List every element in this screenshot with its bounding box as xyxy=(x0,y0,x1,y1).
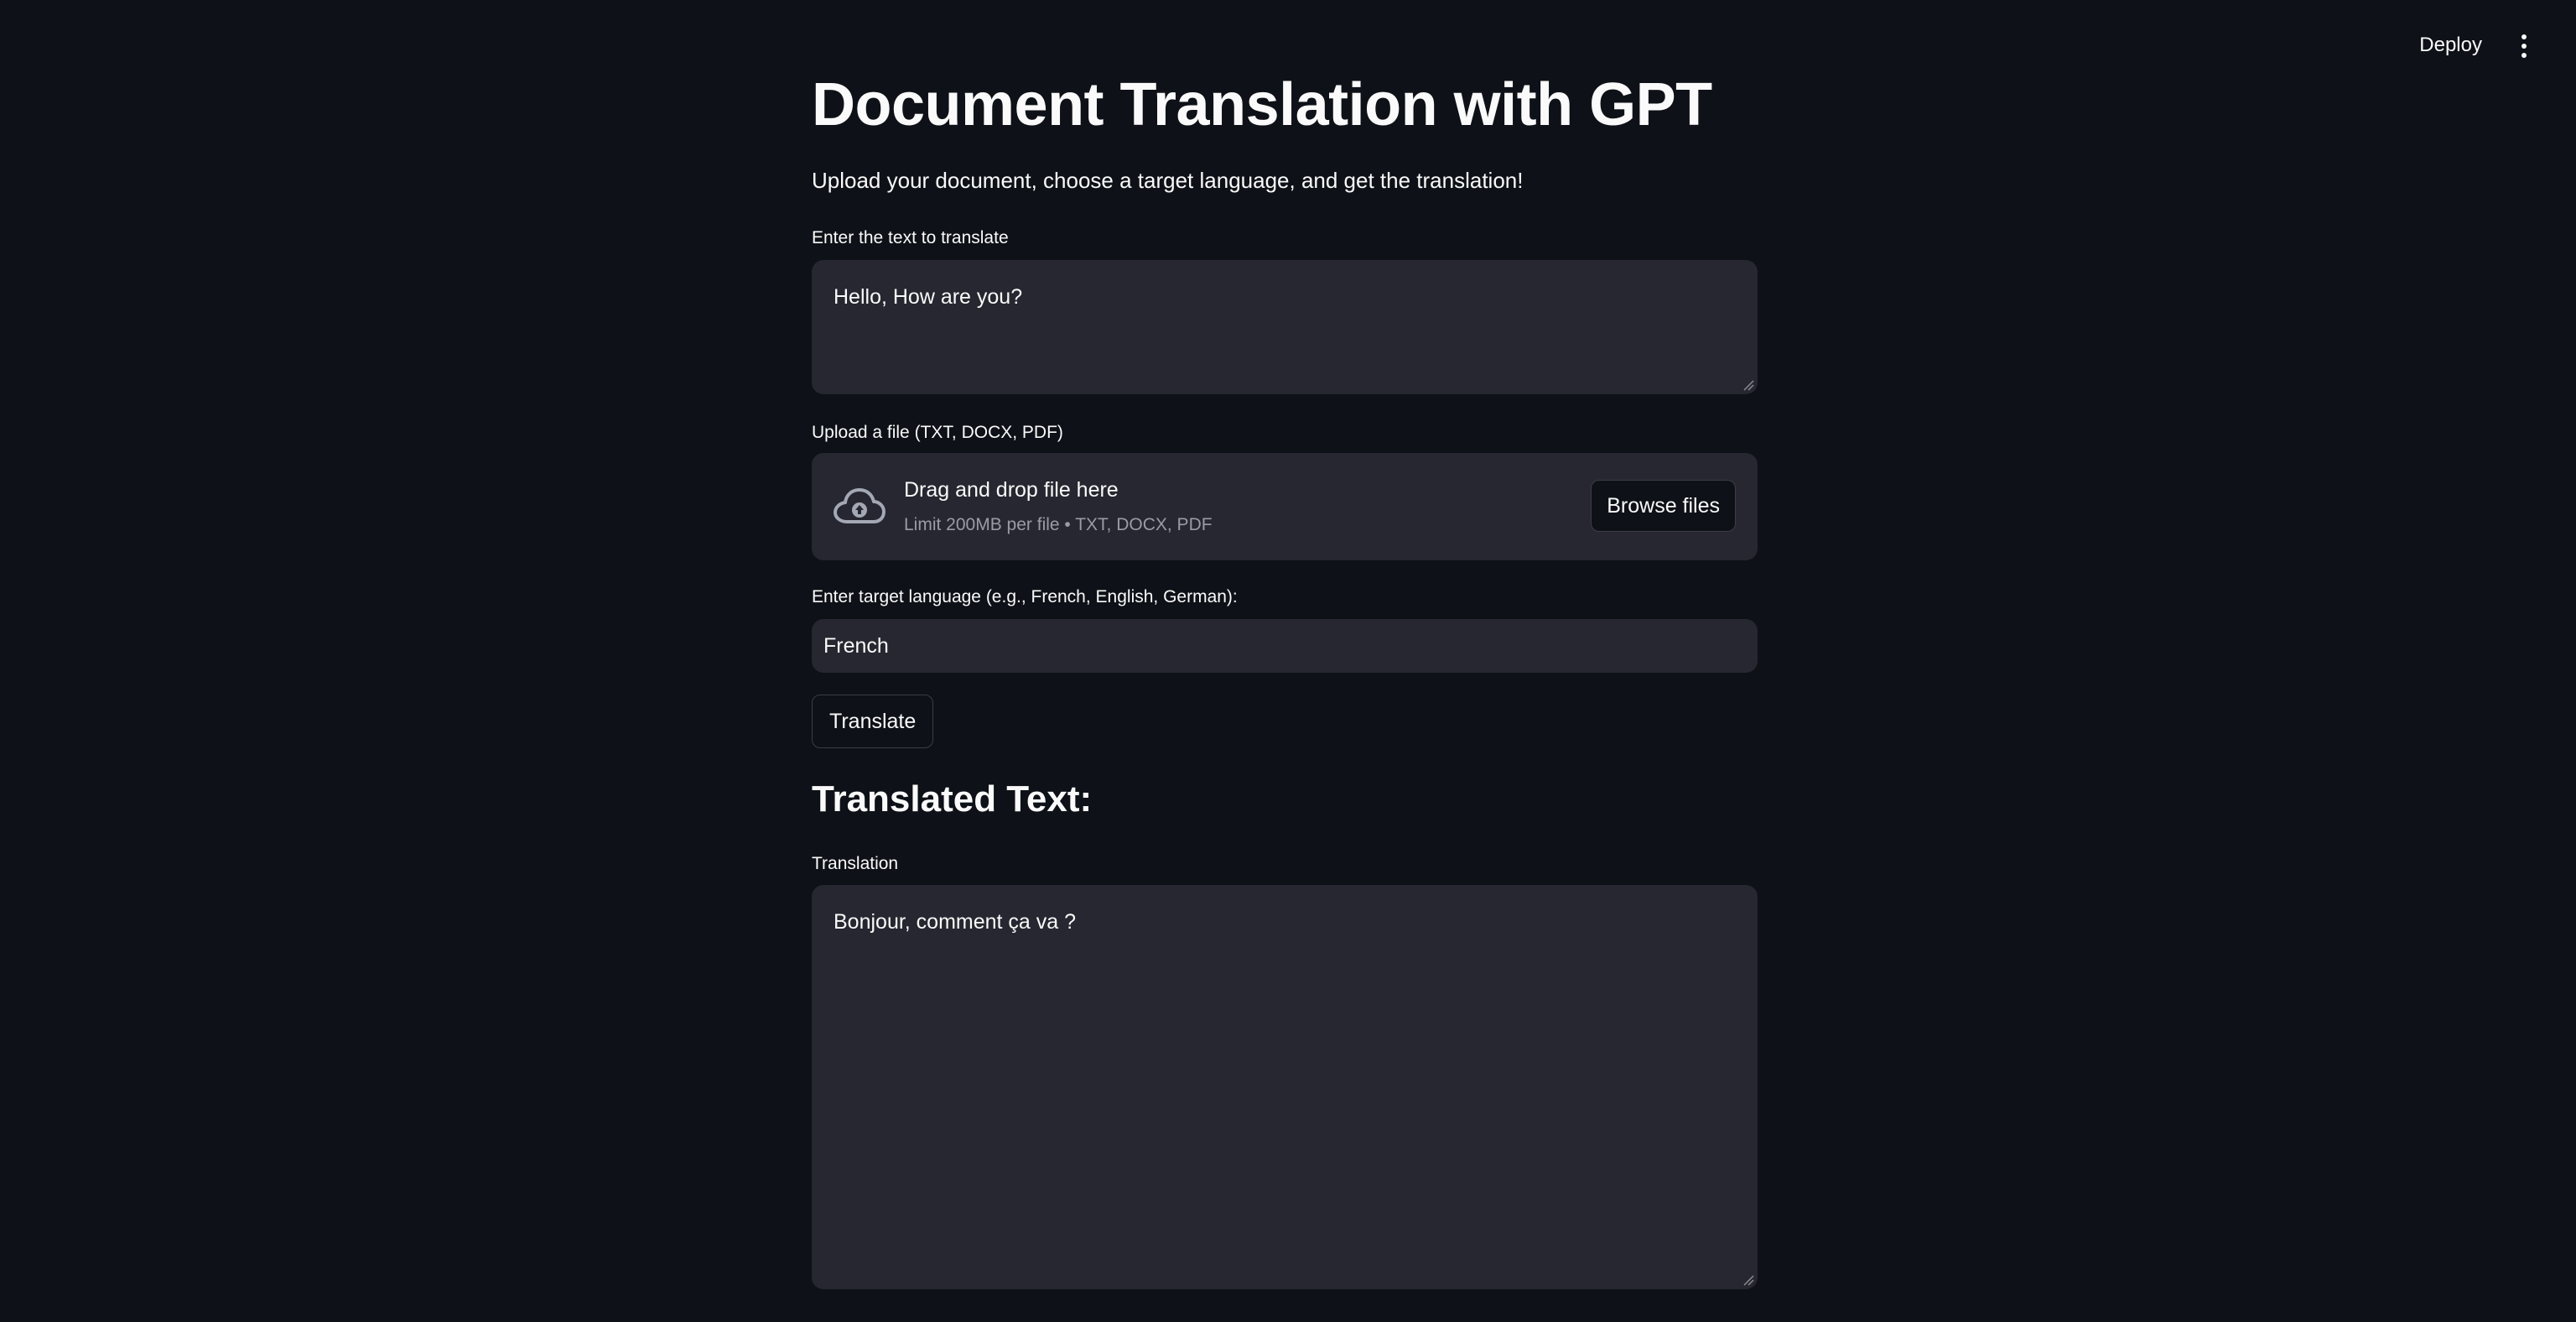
deploy-button[interactable]: Deploy xyxy=(2412,30,2489,60)
kebab-dot xyxy=(2521,44,2527,49)
kebab-menu-icon[interactable] xyxy=(2514,30,2534,62)
page-subtitle: Upload your document, choose a target la… xyxy=(812,168,1524,193)
drop-instruction: Drag and drop file here xyxy=(904,478,1119,502)
resize-handle-icon[interactable] xyxy=(1742,379,1754,391)
resize-handle-icon[interactable] xyxy=(1742,1274,1754,1286)
translate-button[interactable]: Translate xyxy=(812,695,934,748)
browse-files-button[interactable]: Browse files xyxy=(1591,480,1736,532)
source-text-label: Enter the text to translate xyxy=(812,228,1009,247)
target-language-input[interactable] xyxy=(812,619,1758,673)
upload-limit-text: Limit 200MB per file • TXT, DOCX, PDF xyxy=(904,515,1213,534)
translation-value: Bonjour, comment ça va ? xyxy=(834,910,1077,934)
cloud-upload-icon xyxy=(834,488,886,523)
source-text-area[interactable]: Hello, How are you? xyxy=(812,260,1758,394)
upload-label: Upload a file (TXT, DOCX, PDF) xyxy=(812,423,1063,442)
target-language-label: Enter target language (e.g., French, Eng… xyxy=(812,587,1238,606)
kebab-dot xyxy=(2521,53,2527,58)
kebab-dot xyxy=(2521,34,2527,39)
translation-output-area[interactable]: Bonjour, comment ça va ? xyxy=(812,885,1758,1289)
translation-label: Translation xyxy=(812,854,899,873)
page-title: Document Translation with GPT xyxy=(812,71,1712,138)
file-uploader-dropzone[interactable]: Drag and drop file here Limit 200MB per … xyxy=(812,453,1758,560)
translated-text-heading: Translated Text: xyxy=(812,778,1093,820)
source-text-value: Hello, How are you? xyxy=(834,285,1023,309)
